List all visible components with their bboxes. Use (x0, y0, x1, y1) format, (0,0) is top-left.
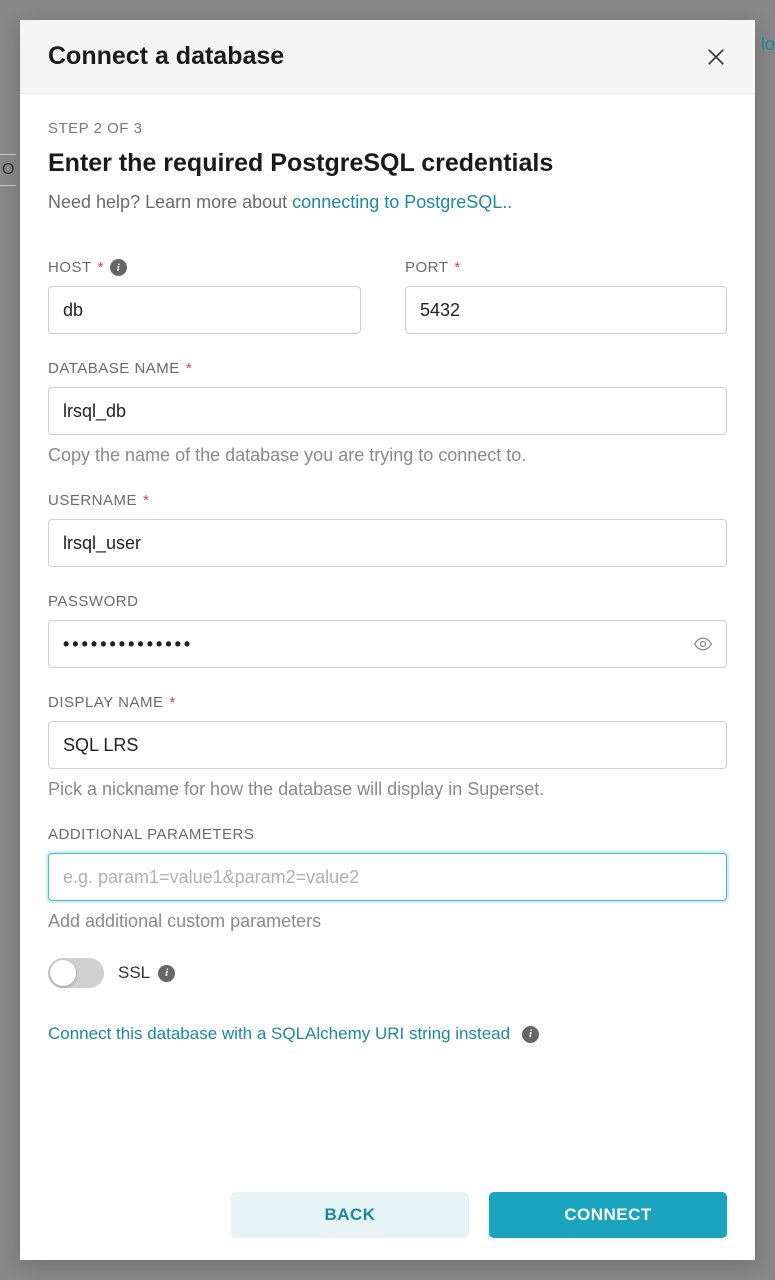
sqlalchemy-uri-link[interactable]: Connect this database with a SQLAlchemy … (48, 1024, 510, 1044)
modal-footer: BACK CONNECT (20, 1178, 755, 1260)
required-asterisk: * (169, 694, 175, 711)
connect-button[interactable]: CONNECT (489, 1192, 727, 1238)
form-heading: Enter the required PostgreSQL credential… (48, 149, 727, 178)
required-asterisk: * (186, 360, 192, 377)
step-indicator: STEP 2 OF 3 (48, 120, 727, 137)
modal-body: STEP 2 OF 3 Enter the required PostgreSQ… (20, 94, 755, 1178)
display-name-helper: Pick a nickname for how the database wil… (48, 779, 727, 800)
help-text: Need help? Learn more about connecting t… (48, 192, 727, 213)
info-icon[interactable]: i (158, 965, 175, 982)
username-label: USERNAME (48, 492, 137, 509)
host-field: HOST * i (48, 259, 361, 334)
database-name-input[interactable] (48, 387, 727, 435)
password-field: PASSWORD (48, 593, 727, 668)
info-icon[interactable]: i (522, 1026, 539, 1043)
ssl-toggle[interactable] (48, 958, 104, 988)
connect-database-modal: Connect a database STEP 2 OF 3 Enter the… (20, 20, 755, 1260)
display-name-label: DISPLAY NAME (48, 694, 163, 711)
additional-parameters-helper: Add additional custom parameters (48, 911, 727, 932)
database-name-field: DATABASE NAME * Copy the name of the dat… (48, 360, 727, 466)
info-icon[interactable]: i (110, 259, 127, 276)
port-input[interactable] (405, 286, 727, 334)
sqlalchemy-alt-row: Connect this database with a SQLAlchemy … (48, 1024, 727, 1044)
display-name-field: DISPLAY NAME * Pick a nickname for how t… (48, 694, 727, 800)
ssl-row: SSL i (48, 958, 727, 988)
password-input[interactable] (48, 620, 727, 668)
database-name-helper: Copy the name of the database you are tr… (48, 445, 727, 466)
database-name-label: DATABASE NAME (48, 360, 180, 377)
password-label: PASSWORD (48, 593, 138, 610)
additional-parameters-label: ADDITIONAL PARAMETERS (48, 826, 254, 843)
required-asterisk: * (98, 259, 104, 276)
eye-icon[interactable] (693, 634, 713, 654)
modal-header: Connect a database (20, 20, 755, 94)
help-link[interactable]: connecting to PostgreSQL.. (292, 192, 512, 212)
display-name-input[interactable] (48, 721, 727, 769)
background-fragment-left: O (0, 154, 16, 186)
toggle-knob (50, 960, 76, 986)
help-prefix: Need help? Learn more about (48, 192, 292, 212)
required-asterisk: * (454, 259, 460, 276)
username-field: USERNAME * (48, 492, 727, 567)
back-button[interactable]: BACK (231, 1192, 469, 1238)
port-label: PORT (405, 259, 448, 276)
host-label: HOST (48, 259, 92, 276)
close-icon[interactable] (705, 46, 727, 68)
background-fragment-right: lo (761, 34, 775, 55)
port-field: PORT * (405, 259, 727, 334)
username-input[interactable] (48, 519, 727, 567)
host-input[interactable] (48, 286, 361, 334)
required-asterisk: * (143, 492, 149, 509)
modal-title: Connect a database (48, 42, 284, 71)
ssl-label: SSL (118, 963, 150, 983)
additional-parameters-input[interactable] (48, 853, 727, 901)
additional-parameters-field: ADDITIONAL PARAMETERS Add additional cus… (48, 826, 727, 932)
